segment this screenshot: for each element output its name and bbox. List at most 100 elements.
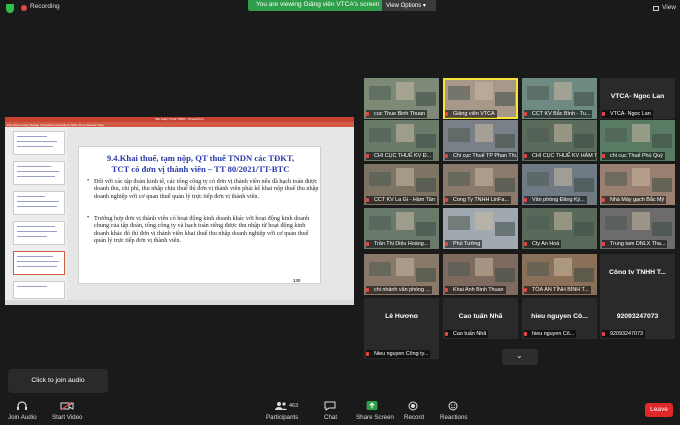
participant-tile[interactable]: Cong Ty TNHH LinFa... [443, 164, 518, 205]
participant-name-tag: TÒA ÁN TỈNH BÌNH T... [524, 286, 591, 294]
participant-name-tag: Trần Thị Diệu Hoàng... [366, 240, 431, 248]
participant-name-tag: hieu nguyen Cô... [524, 330, 577, 338]
join-audio-label: Join Audio [8, 414, 37, 421]
slide-thumbnails-pane [5, 127, 67, 300]
chat-label: Chat [324, 414, 338, 421]
slide-thumbnail-selected[interactable] [13, 251, 65, 275]
muted-mic-icon [602, 332, 605, 336]
video-feed-shape [527, 128, 549, 142]
video-feed-shape [495, 268, 515, 282]
participant-tile[interactable]: hieu nguyen Cô... hieu nguyen Cô... [522, 298, 597, 339]
bullet-icon: • [87, 178, 90, 184]
participant-tile[interactable]: CCT KV La Gi - Hàm Tân [364, 164, 439, 205]
video-feed-shape [416, 222, 436, 236]
video-feed-shape [448, 128, 470, 142]
record-button[interactable]: Record [402, 401, 426, 423]
participant-tile[interactable]: VTCA- Ngoc Lan VTCA- Ngoc Lan [600, 78, 675, 119]
participant-tile[interactable]: CHI CỤC THUẾ KV HÀM THUẬN... [522, 120, 597, 161]
current-slide: 9.4.Khai thuế, tạm nộp, QT thuế TNDN các… [78, 146, 321, 284]
participant-tile[interactable]: Nhà Máy gạch Bắc Mỹ [600, 164, 675, 205]
participant-name-tag: CCT KV La Gi - Hàm Tân [366, 196, 437, 204]
participant-name-tag: Cao tuấn Nhã [445, 330, 489, 338]
video-feed-shape [554, 124, 572, 142]
muted-mic-icon [445, 198, 448, 202]
next-page-button[interactable]: ⌄ [502, 349, 538, 365]
participant-name-tag: Khai Anh Binh Thuan [445, 286, 506, 294]
gallery-view-icon[interactable] [653, 6, 659, 11]
participant-tile[interactable]: chi cục Thuế Phú Quý [600, 120, 675, 161]
participant-tile[interactable]: Nieu nguyen Công ty... [364, 318, 439, 359]
video-feed-shape [369, 216, 391, 230]
video-feed-shape [475, 258, 493, 276]
participant-name-tag: CHI CỤC THUẾ KV HÀM THUẬN... [524, 152, 596, 160]
video-feed-shape [475, 168, 493, 186]
video-feed-shape [554, 82, 572, 100]
view-options-button[interactable]: View Options ▾ [382, 0, 436, 11]
video-feed-shape [554, 212, 572, 230]
video-feed-shape [632, 168, 650, 186]
video-feed-shape [448, 262, 470, 276]
slide-bullet-1-text: Đối với các tập đoàn kinh tế, các tổng c… [94, 178, 319, 200]
muted-mic-icon [524, 288, 527, 292]
chevron-down-icon: ⌄ [516, 351, 523, 360]
muted-mic-icon [524, 198, 527, 202]
participant-tile[interactable]: Phú Tường [443, 208, 518, 249]
record-label: Record [404, 414, 424, 421]
video-feed-shape [574, 92, 594, 106]
muted-mic-icon [524, 242, 527, 246]
share-screen-button[interactable]: Share Screen [354, 401, 394, 423]
participant-tile[interactable]: Chi cục Thuế TP Phan Thi... [443, 120, 518, 161]
view-button[interactable]: View [662, 4, 676, 11]
participant-tile[interactable]: Trần Thị Diệu Hoàng... [364, 208, 439, 249]
participant-tile[interactable]: Giảng viên VTCA [443, 78, 518, 119]
participant-tile[interactable]: Khai Anh Binh Thuan [443, 254, 518, 295]
participant-name-tag: Cty An Hoà [524, 240, 562, 248]
video-feed-shape [396, 82, 414, 100]
participant-display-name: VTCA- Ngoc Lan [610, 93, 665, 100]
muted-mic-icon [366, 198, 369, 202]
participants-label: Participants [266, 414, 299, 421]
participant-tile[interactable]: Trung tam DNLX Tha... [600, 208, 675, 249]
participant-name-tag: Nhà Máy gạch Bắc Mỹ [602, 196, 667, 204]
participant-tile[interactable]: Cty An Hoà [522, 208, 597, 249]
leave-button[interactable]: Leave [645, 403, 673, 417]
video-feed-shape [495, 178, 515, 192]
slide-thumbnail[interactable] [13, 281, 65, 299]
share-screen-icon [366, 401, 378, 411]
shared-screen: Bài Giảng Thuế TNDN - PowerPoint File Ho… [5, 117, 354, 305]
participants-button[interactable]: 463 Participants [266, 401, 306, 423]
participant-tile[interactable]: CCT KV Bắc Bình - Tu... [522, 78, 597, 119]
participant-display-name: Cao tuấn Nhã [458, 313, 503, 320]
participant-tile[interactable]: 92093247073 92093247073 [600, 298, 675, 339]
participant-tile[interactable]: TÒA ÁN TỈNH BÌNH T... [522, 254, 597, 295]
muted-mic-icon [445, 242, 448, 246]
slide-thumbnail[interactable] [13, 161, 65, 185]
participant-name-tag: Cong Ty TNHH LinFa... [445, 196, 511, 204]
participant-tile[interactable]: cuc Thue Binh Thuan [364, 78, 439, 119]
slide-thumbnail[interactable] [13, 191, 65, 215]
slide-thumbnail[interactable] [13, 131, 65, 155]
muted-mic-icon [366, 288, 369, 292]
slide-thumbnail[interactable] [13, 221, 65, 245]
reactions-button[interactable]: Reactions [438, 401, 468, 423]
chat-button[interactable]: Chat [320, 401, 340, 423]
video-feed-shape [475, 124, 493, 142]
participant-tile[interactable]: CHI CỤC THUẾ KV Đ... [364, 120, 439, 161]
muted-mic-icon [602, 154, 605, 158]
participant-tile[interactable]: Văn phòng Đăng Ký... [522, 164, 597, 205]
participant-name-tag: Chi cục Thuế TP Phan Thi... [445, 152, 517, 160]
video-feed-shape [396, 212, 414, 230]
start-video-button[interactable]: Start Video [50, 401, 86, 423]
slide-bullet-2: • Trường hợp đơn vị thành viên có hoạt đ… [87, 215, 319, 244]
video-feed-shape [605, 128, 627, 142]
participant-tile[interactable]: chi nhánh văn phòng ... [364, 254, 439, 295]
muted-mic-icon [445, 332, 448, 336]
join-audio-button[interactable]: Join Audio [6, 401, 40, 423]
slide-bullet-2-text: Trường hợp đơn vị thành viên có hoạt độn… [94, 215, 310, 244]
security-shield-icon[interactable] [6, 4, 14, 13]
video-feed-shape [369, 172, 391, 186]
video-feed-shape [416, 92, 436, 106]
video-feed-shape [448, 172, 470, 186]
participant-tile[interactable]: Cao tuấn Nhã Cao tuấn Nhã [443, 298, 518, 339]
slide-title-line-2: TCT có đơn vị thành viên – TT 80/2021/TT… [111, 164, 290, 174]
